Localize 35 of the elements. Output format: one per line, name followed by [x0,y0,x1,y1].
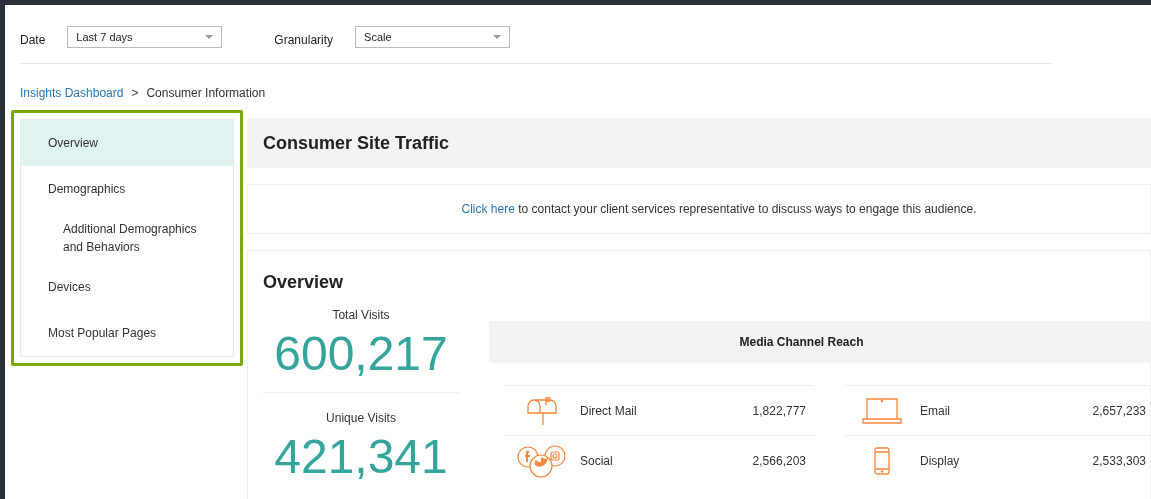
mailbox-icon [525,395,559,426]
overview-title: Overview [263,271,345,294]
channel-name: Direct Mail [580,402,638,420]
filter-label: Granularity [274,32,334,49]
sidebar-item[interactable]: Overview [21,120,233,166]
filter-label: Date [20,32,46,49]
notice-text: Click here to contact your client services representative to discuss ways to engage this audience. [461,201,977,218]
laptop-icon [862,396,902,425]
phone-icon [874,446,890,475]
stat-label: Total Visits [332,307,390,324]
stat-value: 421,341 [274,429,448,485]
stat-label: Unique Visits [326,410,396,427]
caret-icon [493,35,502,39]
click-here-link[interactable]: Click here [461,202,515,216]
page-title: Consumer Site Traffic [263,131,450,155]
channel-value: 2,566,203 [752,452,807,470]
social-media-icon [516,443,568,478]
channel-name: Display [920,452,961,470]
channel-value: 1,822,777 [752,402,807,420]
media-channel-title: Media Channel Reach [739,334,864,351]
sidebar-item[interactable]: Demographics [21,166,233,212]
sidebar-item[interactable]: Devices [21,264,233,310]
dropdown[interactable]: Last 7 days [67,26,223,48]
stat-value: 600,217 [274,326,448,382]
channel-name: Social [580,452,614,470]
sidebar-item[interactable]: Most Popular Pages [21,310,233,356]
breadcrumb-separator: > [131,85,139,102]
breadcrumb-link[interactable]: Insights Dashboard [20,84,124,102]
channel-name: Email [920,402,951,420]
channel-value: 2,533,303 [1092,452,1147,470]
sidebar-item[interactable]: Additional Demographics and Behaviors [21,212,233,264]
channel-value: 2,657,233 [1092,402,1147,420]
caret-icon [205,35,214,39]
dropdown[interactable]: Scale [355,26,511,48]
breadcrumb-current: Consumer Information [146,85,266,102]
